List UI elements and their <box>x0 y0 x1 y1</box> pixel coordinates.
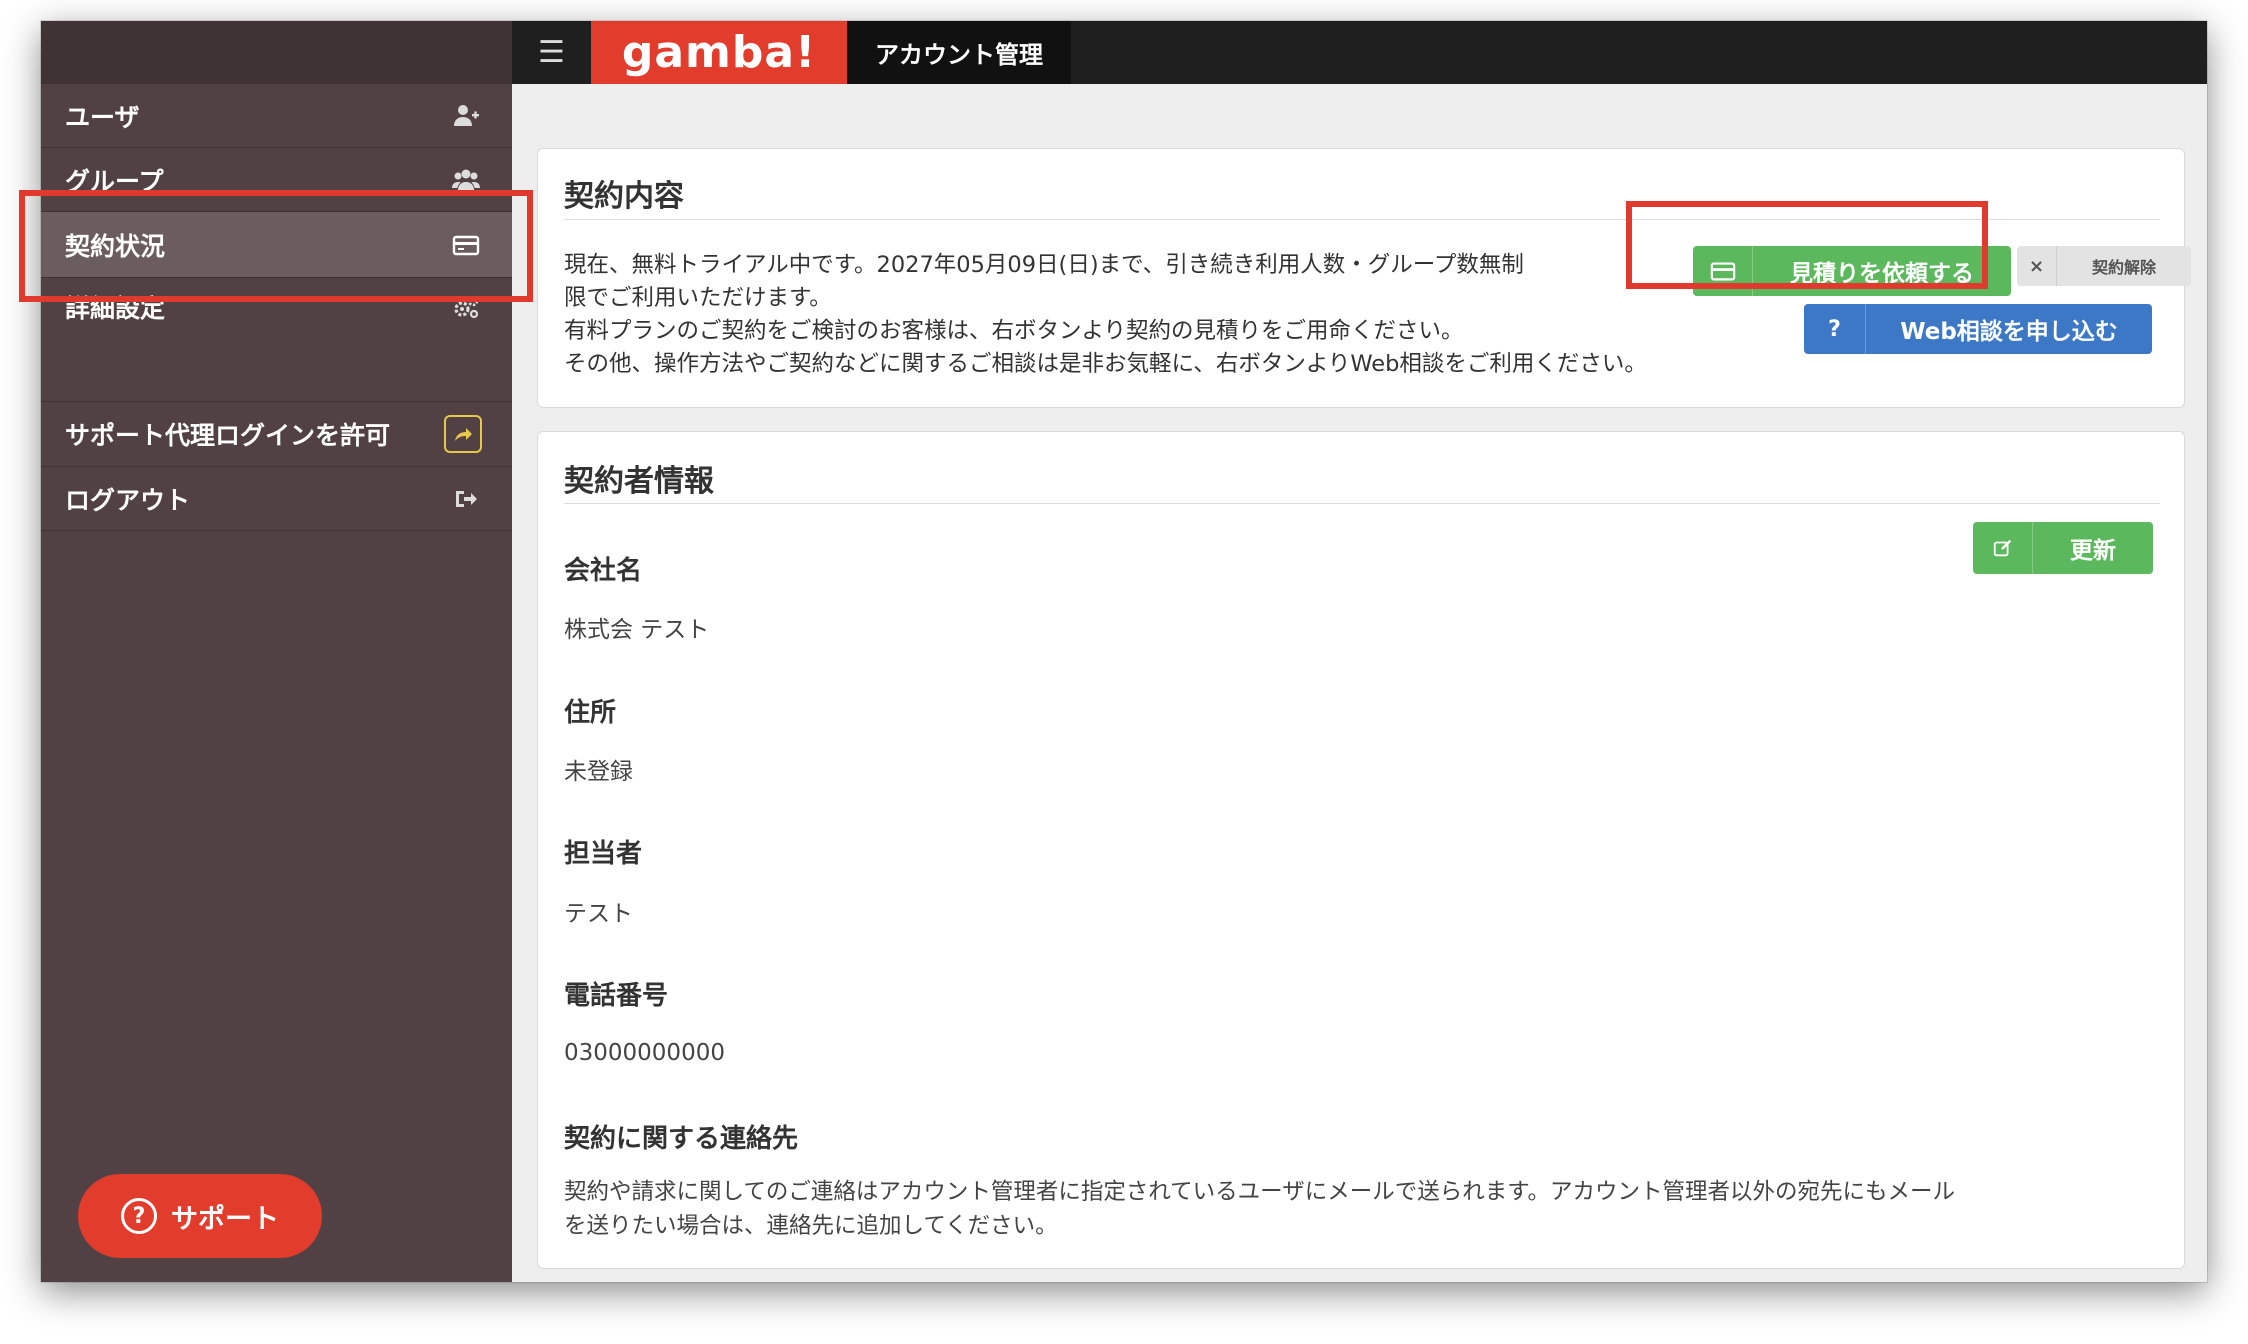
contract-line: 限でご利用いただけます。 <box>564 285 832 311</box>
hamburger-icon[interactable]: ☰ <box>512 21 591 84</box>
sidebar-item-support-login[interactable]: サポート代理ログインを許可 <box>41 401 512 467</box>
request-quote-button[interactable]: 見積りを依頼する <box>1693 246 2011 296</box>
phone-number-label: 電話番号 <box>564 981 669 1011</box>
sidebar-item-contract-status[interactable]: 契約状況 <box>41 212 512 278</box>
top-bar: ☰ gamba! アカウント管理 <box>512 21 2207 84</box>
sidebar-item-label: グループ <box>65 166 164 196</box>
button-label: Web相談を申し込む <box>1900 319 2118 345</box>
question-icon: ? <box>1804 304 1866 354</box>
support-button-label: サポート <box>171 1203 279 1235</box>
contact-person-label: 担当者 <box>564 839 643 869</box>
sidebar: ユーザ グループ 契約状況 詳細設定 サポート代理ログインを許可 ログアウト ?… <box>41 21 512 1282</box>
sidebar-item-label: 詳細設定 <box>65 294 166 323</box>
cancel-contract-button[interactable]: × 契約解除 <box>2017 246 2191 286</box>
contractor-panel: 契約者情報 更新 会社名 株式会 テスト 住所 未登録 担当者 テスト 電話番号… <box>537 431 2185 1269</box>
panel-title: 契約内容 <box>564 179 684 214</box>
company-name-value: 株式会 テスト <box>564 617 710 643</box>
logo: gamba! <box>591 21 847 84</box>
address-label: 住所 <box>564 698 617 728</box>
sidebar-item-users[interactable]: ユーザ <box>41 84 512 148</box>
sidebar-item-label: 契約状況 <box>65 231 166 261</box>
users-icon <box>450 164 482 196</box>
button-label: 契約解除 <box>2091 258 2156 277</box>
page-title-tab: アカウント管理 <box>847 21 1071 84</box>
panel-title: 契約者情報 <box>564 464 714 499</box>
divider <box>564 219 2160 220</box>
share-icon[interactable] <box>444 415 482 453</box>
credit-card-icon <box>450 229 482 261</box>
sidebar-item-logout[interactable]: ログアウト <box>41 467 512 531</box>
close-icon: × <box>2017 246 2057 286</box>
contract-line: 現在、無料トライアル中です。2027年05月09日(日)まで、引き続き利用人数・… <box>564 252 1524 278</box>
phone-number-value: 03000000000 <box>564 1040 725 1066</box>
contract-panel: 契約内容 現在、無料トライアル中です。2027年05月09日(日)まで、引き続き… <box>537 148 2191 408</box>
credit-card-icon <box>1693 246 1753 296</box>
sidebar-item-label: ログアウト <box>65 485 191 515</box>
contract-line: 有料プランのご契約をご検討のお客様は、右ボタンより契約の見積りをご用命ください。 <box>564 318 1464 344</box>
app-window: ユーザ グループ 契約状況 詳細設定 サポート代理ログインを許可 ログアウト ?… <box>41 21 2207 1282</box>
divider <box>564 503 2160 504</box>
sidebar-item-groups[interactable]: グループ <box>41 148 512 212</box>
button-label: 見積りを依頼する <box>1790 261 1974 287</box>
contract-contact-notice: 契約や請求に関してのご連絡はアカウント管理者に指定されているユーザにメールで送ら… <box>564 1175 2144 1243</box>
sidebar-header <box>41 21 512 84</box>
sidebar-item-advanced-settings[interactable]: 詳細設定 <box>41 278 512 336</box>
question-circle-icon: ? <box>121 1198 157 1234</box>
contract-contact-label: 契約に関する連絡先 <box>564 1124 799 1154</box>
notice-line: 契約や請求に関してのご連絡はアカウント管理者に指定されているユーザにメールで送ら… <box>564 1179 1955 1205</box>
main-content: 契約内容 現在、無料トライアル中です。2027年05月09日(日)まで、引き続き… <box>512 84 2207 1282</box>
button-label: 更新 <box>2070 538 2116 564</box>
support-button[interactable]: ? サポート <box>78 1174 322 1258</box>
user-plus-icon <box>450 100 482 132</box>
gears-icon <box>450 291 482 323</box>
address-value: 未登録 <box>564 759 633 785</box>
web-consult-button[interactable]: ? Web相談を申し込む <box>1804 304 2152 354</box>
company-name-label: 会社名 <box>564 556 643 586</box>
logout-icon <box>450 483 482 515</box>
contract-line: その他、操作方法やご契約などに関するご相談は是非お気軽に、右ボタンよりWeb相談… <box>564 351 1634 377</box>
edit-icon <box>1973 522 2033 574</box>
sidebar-item-label: ユーザ <box>65 102 140 132</box>
contact-person-value: テスト <box>564 901 633 927</box>
update-button[interactable]: 更新 <box>1973 522 2153 574</box>
notice-line: を送りたい場合は、連絡先に追加してください。 <box>564 1213 1058 1239</box>
contract-description: 現在、無料トライアル中です。2027年05月09日(日)まで、引き続き利用人数・… <box>564 249 1634 381</box>
sidebar-item-label: サポート代理ログインを許可 <box>65 421 391 450</box>
